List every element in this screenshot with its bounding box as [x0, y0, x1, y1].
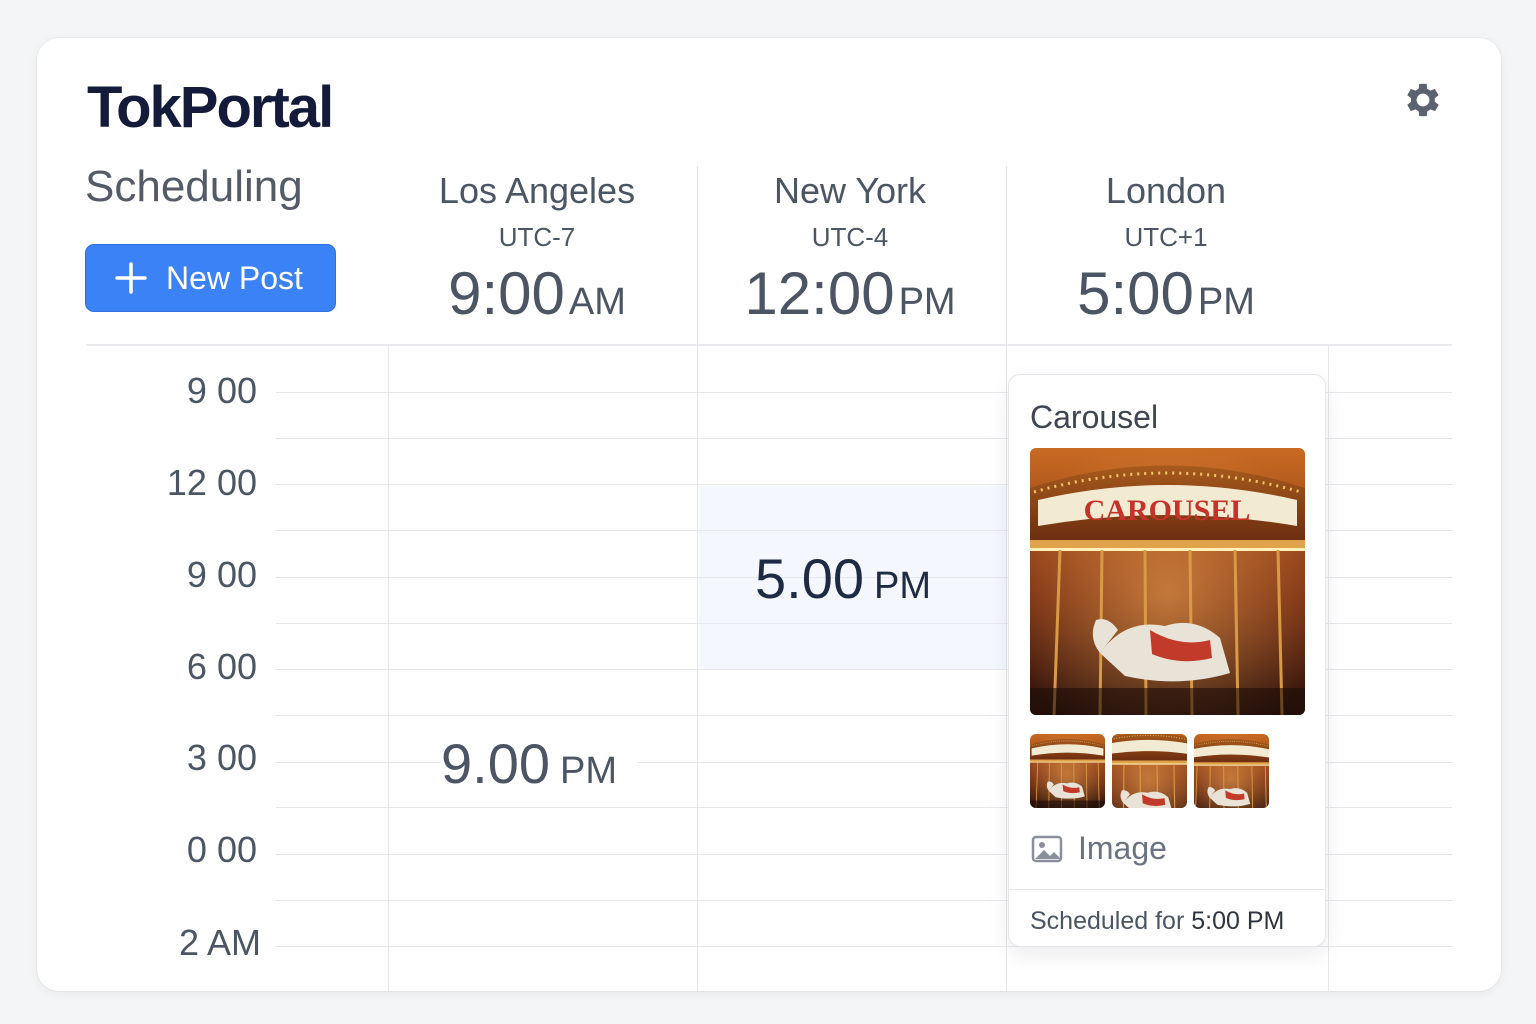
row-time-label: 2 AM [178, 922, 261, 963]
scheduled-slot-new-york[interactable]: 5.00 PM [755, 546, 931, 611]
row-time-label: 3 00 [186, 737, 257, 778]
gear-icon[interactable] [1401, 78, 1445, 122]
image-icon [1031, 835, 1063, 862]
carousel-sign-text: CAROUSEL [1084, 494, 1251, 527]
timezone-current-time: 9:00 AM [383, 259, 691, 328]
media-type-row: Image [1030, 830, 1167, 867]
slot-time-value: 9.00 [441, 732, 550, 795]
carousel-thumbnail[interactable] [1030, 734, 1105, 808]
post-type-title: Carousel [1030, 399, 1159, 435]
scheduled-info: Scheduled for 5:00 PM [1030, 907, 1284, 936]
time-meridiem: PM [898, 281, 956, 323]
carousel-thumbnail[interactable] [1194, 734, 1269, 808]
media-type-label: Image [1078, 830, 1167, 866]
slot-time-meridiem: PM [560, 750, 617, 792]
timezone-offset: UTC-4 [811, 222, 889, 252]
carousel-thumbnail[interactable] [1112, 734, 1187, 808]
timezone-header-london: London UTC+1 5:00 PM [1012, 170, 1320, 328]
row-time-label: 0 00 [186, 829, 257, 870]
row-time-label: 6 00 [186, 646, 257, 687]
column-divider [697, 166, 698, 346]
column-divider [1006, 166, 1007, 346]
row-time-label: 12 00 [166, 462, 257, 503]
time-value: 5:00 [1077, 260, 1194, 327]
timezone-header-los-angeles: Los Angeles UTC-7 9:00 AM [383, 170, 691, 328]
row-time-label: 9 00 [186, 554, 257, 595]
timezone-current-time: 5:00 PM [1012, 259, 1320, 328]
app-logo: TokPortal [87, 75, 334, 140]
page-title: Scheduling [85, 162, 303, 211]
timezone-offset: UTC-7 [498, 222, 576, 252]
scheduled-time: 5:00 PM [1191, 907, 1285, 935]
post-preview-popup[interactable]: Carousel CAROUSEL Image Scheduled for 5:… [1008, 374, 1326, 947]
new-post-label: New Post [166, 259, 303, 296]
timezone-current-time: 12:00 PM [696, 259, 1004, 328]
time-meridiem: AM [568, 281, 626, 323]
row-time-label: 9 00 [186, 370, 257, 411]
plus-icon [115, 262, 147, 294]
slot-time-value: 5.00 [755, 547, 864, 610]
timezone-city: Los Angeles [438, 170, 636, 211]
carousel-thumbnails [1030, 734, 1269, 808]
timezone-city: London [1105, 170, 1227, 211]
timezone-city: New York [773, 170, 927, 211]
scheduled-slot-los-angeles[interactable]: 9.00 PM [441, 731, 637, 796]
time-value: 12:00 [744, 260, 895, 327]
time-value: 9:00 [448, 260, 565, 327]
header-divider [86, 344, 1452, 346]
new-post-button[interactable]: New Post [85, 244, 336, 312]
carousel-main-image[interactable]: CAROUSEL [1030, 448, 1305, 715]
slot-time-meridiem: PM [874, 565, 931, 607]
timezone-offset: UTC+1 [1124, 222, 1208, 252]
scheduled-prefix: Scheduled for [1030, 907, 1185, 935]
time-meridiem: PM [1197, 281, 1255, 323]
scheduling-card: TokPortal Scheduling New Post Los Angele… [37, 38, 1501, 991]
timezone-header-new-york: New York UTC-4 12:00 PM [696, 170, 1004, 328]
popup-divider [1009, 889, 1325, 890]
